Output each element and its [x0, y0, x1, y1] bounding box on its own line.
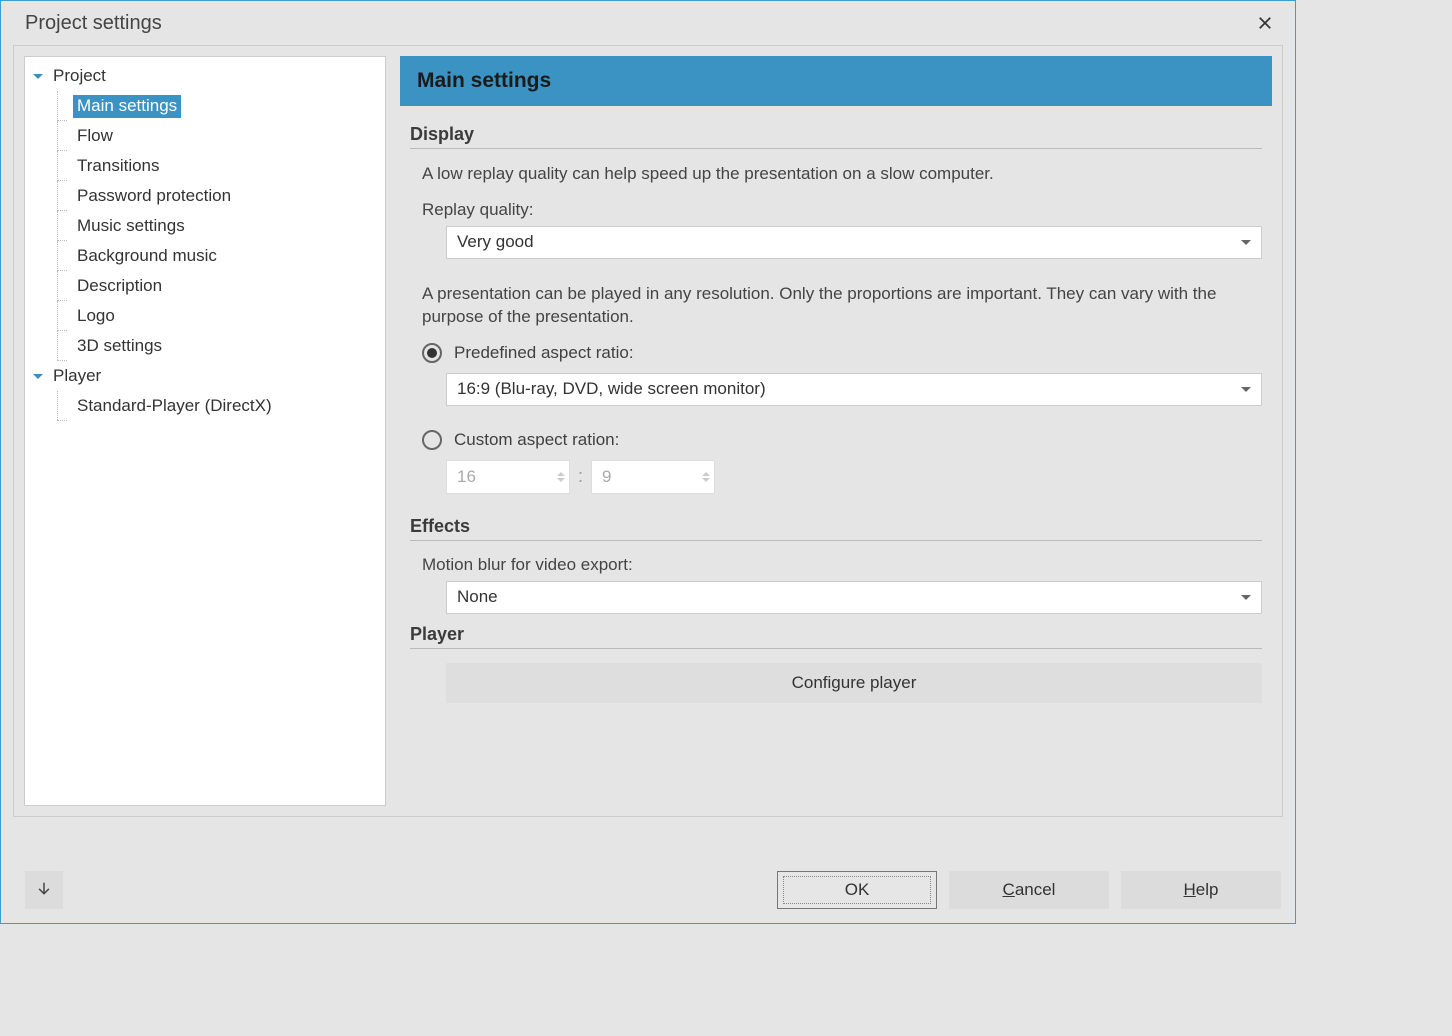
tree-label: Project [49, 65, 110, 88]
tree-item-main-settings[interactable]: Main settings [25, 91, 385, 121]
button-label: Cancel [1003, 880, 1056, 900]
button-label: Configure player [792, 673, 917, 693]
close-icon[interactable] [1251, 9, 1279, 37]
tree-label: Transitions [73, 155, 164, 178]
ok-button[interactable]: OK [777, 871, 937, 909]
tree-label: Music settings [73, 215, 189, 238]
section-effects: Effects [410, 516, 1262, 541]
tree-label: Password protection [73, 185, 235, 208]
select-value: 16:9 (Blu-ray, DVD, wide screen monitor) [457, 379, 766, 399]
aspect-ratio-select[interactable]: 16:9 (Blu-ray, DVD, wide screen monitor) [446, 373, 1262, 406]
dialog-footer: OK Cancel Help [1, 817, 1295, 923]
radio-custom-aspect[interactable]: Custom aspect ration: [410, 430, 1262, 450]
panel-title: Main settings [417, 69, 551, 92]
tree-label: Background music [73, 245, 221, 268]
select-value: Very good [457, 232, 534, 252]
custom-width-stepper[interactable]: 16 [446, 460, 570, 494]
custom-height-stepper[interactable]: 9 [591, 460, 715, 494]
window-title: Project settings [25, 12, 1251, 35]
radio-icon [422, 430, 442, 450]
tree-item-description[interactable]: Description [25, 271, 385, 301]
tree-item-background-music[interactable]: Background music [25, 241, 385, 271]
titlebar: Project settings [1, 1, 1295, 45]
panel-header: Main settings [400, 56, 1272, 106]
section-display: Display [410, 124, 1262, 149]
configure-player-button[interactable]: Configure player [446, 663, 1262, 703]
tree-label: Standard-Player (DirectX) [73, 395, 276, 418]
stepper-value: 9 [602, 467, 611, 487]
colon-separator: : [578, 466, 583, 487]
tree-item-flow[interactable]: Flow [25, 121, 385, 151]
tree-item-project[interactable]: Project [25, 61, 385, 91]
tree-label: Main settings [73, 95, 181, 118]
cancel-button[interactable]: Cancel [949, 871, 1109, 909]
tree-label: Logo [73, 305, 119, 328]
radio-icon [422, 343, 442, 363]
tree-item-transitions[interactable]: Transitions [25, 151, 385, 181]
settings-tree: Project Main settings Flow Transitions P… [24, 56, 386, 806]
replay-quality-label: Replay quality: [410, 200, 1262, 220]
tree-item-3d-settings[interactable]: 3D settings [25, 331, 385, 361]
section-player: Player [410, 624, 1262, 649]
tree-label: 3D settings [73, 335, 166, 358]
settings-panel: Main settings Display A low replay quali… [400, 56, 1272, 806]
chevron-down-icon [1241, 595, 1251, 600]
chevron-down-icon [1241, 240, 1251, 245]
chevron-down-icon [33, 74, 43, 79]
display-hint: A low replay quality can help speed up t… [410, 163, 1262, 186]
button-label: OK [845, 880, 870, 900]
motion-blur-select[interactable]: None [446, 581, 1262, 614]
resolution-hint: A presentation can be played in any reso… [410, 283, 1262, 329]
select-value: None [457, 587, 498, 607]
radio-label: Custom aspect ration: [454, 430, 619, 450]
replay-quality-select[interactable]: Very good [446, 226, 1262, 259]
export-down-button[interactable] [25, 871, 63, 909]
help-button[interactable]: Help [1121, 871, 1281, 909]
tree-item-standard-player[interactable]: Standard-Player (DirectX) [25, 391, 385, 421]
custom-aspect-row: 16 : 9 [410, 460, 1262, 494]
stepper-value: 16 [457, 467, 476, 487]
radio-predefined-aspect[interactable]: Predefined aspect ratio: [410, 343, 1262, 363]
project-settings-dialog: Project settings Project Main settings F… [0, 0, 1296, 924]
button-label: Help [1184, 880, 1219, 900]
tree-item-password-protection[interactable]: Password protection [25, 181, 385, 211]
radio-label: Predefined aspect ratio: [454, 343, 634, 363]
panel-body: Display A low replay quality can help sp… [400, 106, 1272, 713]
tree-item-logo[interactable]: Logo [25, 301, 385, 331]
motion-blur-label: Motion blur for video export: [410, 555, 1262, 575]
tree-label: Description [73, 275, 166, 298]
chevron-down-icon [33, 374, 43, 379]
tree-label: Player [49, 365, 105, 388]
tree-label: Flow [73, 125, 117, 148]
chevron-down-icon [1241, 387, 1251, 392]
tree-item-player[interactable]: Player [25, 361, 385, 391]
tree-item-music-settings[interactable]: Music settings [25, 211, 385, 241]
content-frame: Project Main settings Flow Transitions P… [13, 45, 1283, 817]
